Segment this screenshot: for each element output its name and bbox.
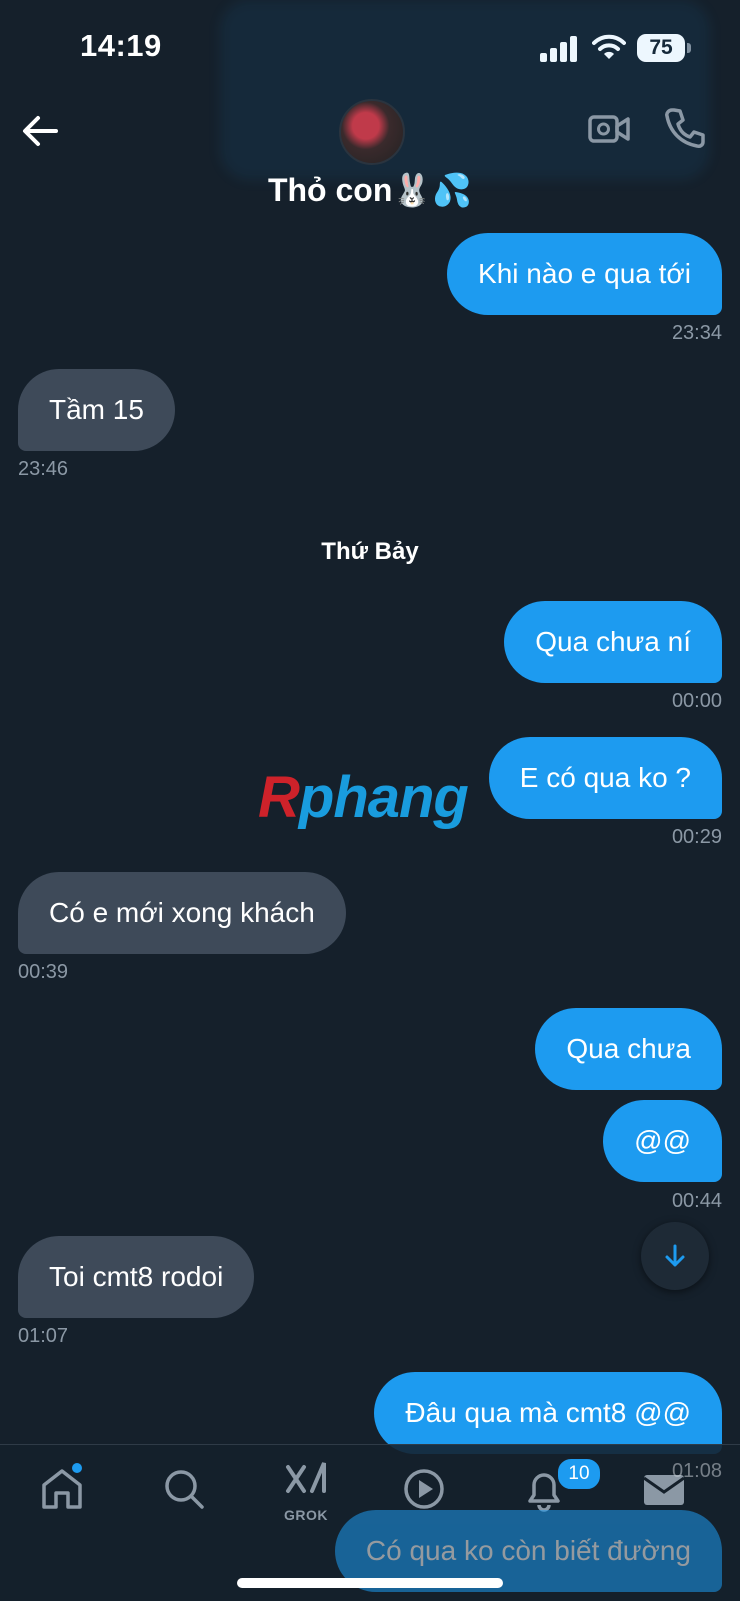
message-timestamp: 01:07 (18, 1325, 69, 1347)
home-notification-dot (72, 1463, 82, 1473)
notifications-badge: 10 (556, 1457, 602, 1491)
message-timestamp: 00:39 (18, 961, 69, 983)
conversation-header: Thỏ con🐰💦 (0, 95, 740, 225)
message-bubble-outgoing[interactable]: Qua chưa (535, 1008, 722, 1090)
grok-icon[interactable] (282, 1457, 330, 1505)
home-indicator[interactable] (237, 1578, 503, 1588)
phone-call-icon[interactable] (664, 107, 706, 149)
message-timestamp: 00:29 (671, 826, 722, 848)
message-timestamp: 00:44 (671, 1190, 722, 1212)
contact-name[interactable]: Thỏ con🐰💦 (0, 171, 740, 209)
message-bubble-outgoing[interactable]: Đâu qua mà cmt8 @@ (374, 1372, 722, 1454)
message-bubble-outgoing[interactable]: E có qua ko ? (488, 737, 722, 819)
message-bubble-incoming[interactable]: Có e mới xong khách (18, 872, 346, 954)
day-separator: Thứ Bảy (321, 538, 419, 565)
message-timestamp: 01:08 (671, 1460, 722, 1482)
status-time: 14:19 (80, 28, 162, 63)
contact-avatar[interactable] (339, 99, 405, 165)
video-play-icon[interactable] (400, 1465, 448, 1513)
scroll-to-bottom-button[interactable] (641, 1222, 709, 1290)
video-call-icon[interactable] (588, 111, 630, 147)
message-bubble-outgoing[interactable]: @@ (603, 1100, 722, 1182)
message-bubble-outgoing[interactable]: Qua chưa ní (504, 601, 722, 683)
message-bubble-incoming[interactable]: Toi cmt8 rodoi (18, 1236, 255, 1318)
message-bubble-incoming[interactable]: Tầm 15 (18, 369, 175, 451)
message-timestamp: 23:46 (18, 458, 69, 480)
grok-label: GROK (284, 1507, 328, 1523)
message-bubble-outgoing[interactable]: Khi nào e qua tới (447, 233, 722, 315)
search-icon[interactable] (160, 1465, 208, 1513)
watermark-logo: Rphang (258, 765, 469, 830)
back-arrow-icon[interactable] (20, 111, 60, 151)
message-timestamp: 23:34 (671, 322, 722, 344)
message-timestamp: 00:00 (671, 690, 722, 712)
arrow-down-icon (665, 1244, 685, 1267)
